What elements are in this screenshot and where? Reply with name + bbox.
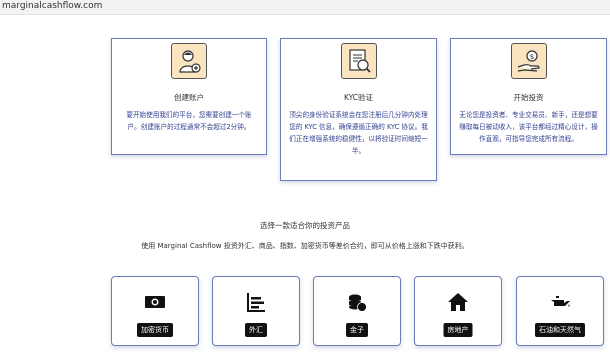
product-tile-gold[interactable]: 金子 [313,276,401,346]
document-search-icon [340,43,377,79]
svg-text:$: $ [529,53,533,61]
product-label: 石油和天然气 [535,323,585,337]
house-icon [448,293,468,311]
url-text: marginalcashflow.com [2,1,103,11]
products-section-title: 选择一款适合你的投资产品 [260,221,350,230]
money-bill-icon [145,296,165,308]
product-tile-oil-gas[interactable]: 石油和天然气 [516,276,604,346]
step-card-kyc: KYC验证 顶尖的身份验证系统会在您注册后几分钟内处理您的 KYC 信息，确保遵… [280,38,437,181]
coins-stack-icon [349,294,367,312]
product-tile-crypto[interactable]: 加密货币 [111,276,199,346]
user-add-icon [171,43,207,79]
product-label: 金子 [346,323,368,337]
card-description: 要开始使用我们的平台，您需要创建一个账户。创建账户的过程通常不会超过2分钟。 [126,111,252,131]
address-bar[interactable]: marginalcashflow.com [0,0,610,15]
hand-money-icon: $ [510,43,547,79]
step-card-start-investing: $ 开始投资 无论您是投资者、专业交易员、新手，还是想要赚取每日被动收入，该平台… [450,38,607,155]
product-label: 房地产 [443,323,473,337]
products-section-description: 使用 Marginal Cashflow 投资外汇、商品、指数、加密货币等差价合… [141,242,469,250]
card-description: 顶尖的身份验证系统会在您注册后几分钟内处理您的 KYC 信息，确保遵循正确的 K… [289,111,428,155]
card-title: KYC验证 [343,93,374,102]
product-tile-real-estate[interactable]: 房地产 [414,276,502,346]
oil-can-icon [551,296,570,307]
card-description: 无论您是投资者、专业交易员、新手，还是想要赚取每日被动收入，该平台都经过精心设计… [459,111,598,143]
card-title: 创建账户 [174,93,204,102]
step-card-create-account: 创建账户 要开始使用我们的平台，您需要创建一个账户。创建账户的过程通常不会超过2… [111,38,267,155]
card-title: 开始投资 [513,93,544,102]
product-tile-forex[interactable]: 外汇 [212,276,300,346]
bar-chart-icon [247,293,265,312]
product-label: 加密货币 [137,323,173,337]
product-label: 外汇 [245,323,267,337]
